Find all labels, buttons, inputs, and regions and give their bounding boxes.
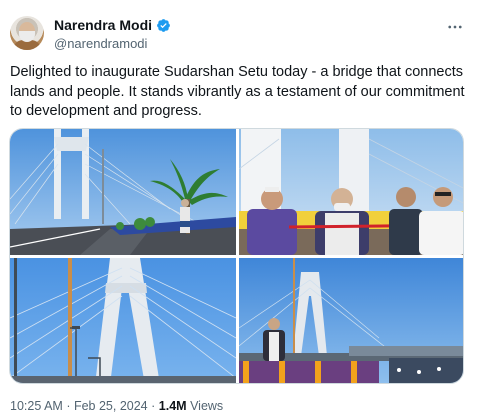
media-grid (9, 128, 464, 384)
photo-ribbon-cutting[interactable] (239, 129, 463, 255)
tweet-meta: 10:25 AM · Feb 25, 2024 · 1.4M Views (10, 399, 223, 413)
avatar[interactable] (10, 16, 44, 50)
display-name-row: Narendra Modi (54, 17, 171, 34)
author-block: Narendra Modi @narendramodi (54, 17, 171, 52)
tweet-text: Delighted to inaugurate Sudarshan Setu t… (10, 64, 465, 119)
views-count: 1.4M (158, 399, 187, 413)
display-name[interactable]: Narendra Modi (54, 17, 152, 34)
tweet-date[interactable]: Feb 25, 2024 (74, 399, 148, 413)
photo-bridge-pylon[interactable] (10, 258, 236, 383)
views-label: Views (190, 399, 224, 413)
photo-bridge-roadway[interactable] (10, 129, 236, 255)
meta-separator-2: · (151, 399, 156, 413)
photo-inauguration-stage[interactable] (239, 258, 463, 383)
tweet-header: Narendra Modi @narendramodi (10, 14, 470, 54)
meta-separator: · (66, 399, 71, 413)
verified-badge-icon (157, 19, 170, 32)
tweet-time[interactable]: 10:25 AM (10, 399, 63, 413)
more-horizontal-icon[interactable] (444, 18, 466, 36)
handle[interactable]: @narendramodi (54, 35, 171, 52)
